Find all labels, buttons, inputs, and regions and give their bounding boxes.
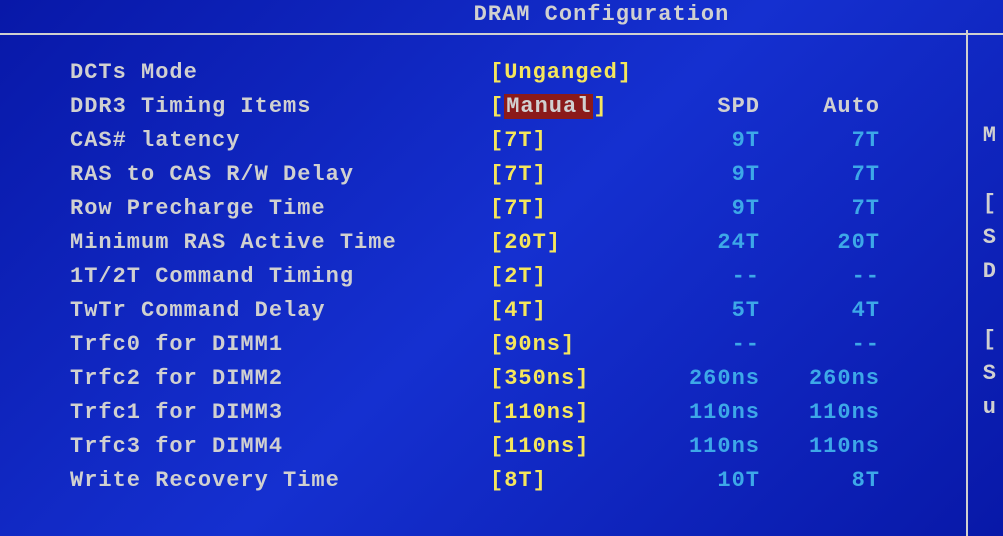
- setting-value[interactable]: [20T]: [490, 230, 660, 255]
- auto-column-header: Auto: [760, 94, 880, 119]
- spd-value: 260ns: [660, 366, 760, 391]
- setting-row[interactable]: Minimum RAS Active Time [20T] 24T 20T S: [70, 225, 1003, 259]
- setting-label: Trfc3 for DIMM4: [70, 434, 490, 459]
- auto-value: --: [760, 332, 880, 357]
- setting-row[interactable]: Write Recovery Time [8T] 10T 8T: [70, 463, 1003, 497]
- setting-value[interactable]: [90ns]: [490, 332, 660, 357]
- spd-value: --: [660, 264, 760, 289]
- spd-value: 9T: [660, 128, 760, 153]
- spd-value: 9T: [660, 196, 760, 221]
- setting-label: Trfc1 for DIMM3: [70, 400, 490, 425]
- auto-value: 20T: [760, 230, 880, 255]
- side-char: M: [983, 123, 997, 148]
- setting-label: TwTr Command Delay: [70, 298, 490, 323]
- setting-row[interactable]: Trfc2 for DIMM2 [350ns] 260ns 260ns S: [70, 361, 1003, 395]
- spd-column-header: SPD: [660, 94, 760, 119]
- setting-row-selected[interactable]: DDR3 Timing Items [Manual] SPD Auto: [70, 89, 1003, 123]
- auto-value: 4T: [760, 298, 880, 323]
- setting-row[interactable]: 1T/2T Command Timing [2T] -- -- D: [70, 259, 1003, 293]
- setting-value[interactable]: [7T]: [490, 162, 660, 187]
- setting-value[interactable]: [8T]: [490, 468, 660, 493]
- spd-value: 5T: [660, 298, 760, 323]
- spd-value: 110ns: [660, 434, 760, 459]
- setting-row[interactable]: Trfc0 for DIMM1 [90ns] -- -- [: [70, 327, 1003, 361]
- setting-label: Minimum RAS Active Time: [70, 230, 490, 255]
- setting-label: CAS# latency: [70, 128, 490, 153]
- setting-label: DCTs Mode: [70, 60, 490, 85]
- auto-value: 7T: [760, 196, 880, 221]
- setting-value[interactable]: [Unganged]: [490, 60, 660, 85]
- setting-value[interactable]: [4T]: [490, 298, 660, 323]
- spd-value: 9T: [660, 162, 760, 187]
- setting-row[interactable]: CAS# latency [7T] 9T 7T M: [70, 123, 1003, 157]
- setting-row[interactable]: DCTs Mode [Unganged]: [70, 55, 1003, 89]
- side-char: [: [983, 191, 997, 216]
- auto-value: 7T: [760, 128, 880, 153]
- setting-label: 1T/2T Command Timing: [70, 264, 490, 289]
- spd-value: 24T: [660, 230, 760, 255]
- setting-row[interactable]: Row Precharge Time [7T] 9T 7T [: [70, 191, 1003, 225]
- side-char: S: [983, 361, 997, 386]
- side-char: D: [983, 259, 997, 284]
- setting-value[interactable]: [2T]: [490, 264, 660, 289]
- setting-label: Trfc0 for DIMM1: [70, 332, 490, 357]
- page-title: DRAM Configuration: [200, 0, 1003, 33]
- spd-value: 110ns: [660, 400, 760, 425]
- setting-value[interactable]: [110ns]: [490, 434, 660, 459]
- side-char: S: [983, 225, 997, 250]
- setting-value[interactable]: [7T]: [490, 128, 660, 153]
- setting-value-selected[interactable]: [Manual]: [490, 94, 660, 119]
- setting-label: Write Recovery Time: [70, 468, 490, 493]
- selected-highlight: Manual: [504, 94, 593, 119]
- setting-value[interactable]: [110ns]: [490, 400, 660, 425]
- spd-value: 10T: [660, 468, 760, 493]
- side-char: [: [983, 327, 997, 352]
- setting-label: Trfc2 for DIMM2: [70, 366, 490, 391]
- auto-value: 8T: [760, 468, 880, 493]
- setting-row[interactable]: RAS to CAS R/W Delay [7T] 9T 7T: [70, 157, 1003, 191]
- auto-value: 110ns: [760, 400, 880, 425]
- auto-value: --: [760, 264, 880, 289]
- setting-row[interactable]: Trfc1 for DIMM3 [110ns] 110ns 110ns u: [70, 395, 1003, 429]
- setting-row[interactable]: TwTr Command Delay [4T] 5T 4T: [70, 293, 1003, 327]
- setting-value[interactable]: [7T]: [490, 196, 660, 221]
- side-char: u: [983, 395, 997, 420]
- auto-value: 110ns: [760, 434, 880, 459]
- setting-value[interactable]: [350ns]: [490, 366, 660, 391]
- auto-value: 7T: [760, 162, 880, 187]
- setting-label: DDR3 Timing Items: [70, 94, 490, 119]
- setting-label: Row Precharge Time: [70, 196, 490, 221]
- setting-row[interactable]: Trfc3 for DIMM4 [110ns] 110ns 110ns: [70, 429, 1003, 463]
- setting-label: RAS to CAS R/W Delay: [70, 162, 490, 187]
- spd-value: --: [660, 332, 760, 357]
- settings-panel: DCTs Mode [Unganged] DDR3 Timing Items […: [0, 35, 1003, 497]
- auto-value: 260ns: [760, 366, 880, 391]
